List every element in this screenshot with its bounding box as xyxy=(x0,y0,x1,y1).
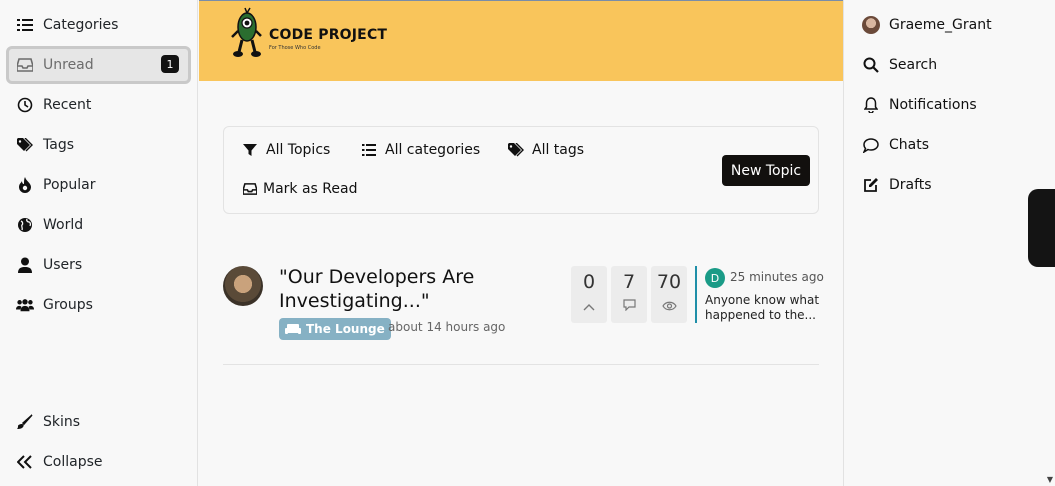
nav-recent-label: Recent xyxy=(43,97,92,113)
nav-groups-label: Groups xyxy=(43,297,93,313)
category-badge[interactable]: The Lounge xyxy=(279,318,391,340)
posts-count: 7 xyxy=(622,271,636,293)
views-stat: 70 xyxy=(651,266,687,323)
search-link[interactable]: Search xyxy=(862,53,937,77)
edit-icon xyxy=(862,176,880,194)
right-sidebar: Graeme_Grant Search Notifications Chats … xyxy=(843,0,1055,486)
nav-unread-label: Unread xyxy=(43,57,94,73)
logo-text: CODE PROJECT xyxy=(269,27,388,43)
tags-icon xyxy=(16,136,34,154)
mark-as-read-label: Mark as Read xyxy=(263,181,358,197)
all-topics-label: All Topics xyxy=(266,142,331,158)
drafts-link[interactable]: Drafts xyxy=(862,173,932,197)
notifications-link[interactable]: Notifications xyxy=(862,93,977,117)
votes-stat: 0 xyxy=(571,266,607,323)
inbox-icon xyxy=(16,56,34,74)
nav-world[interactable]: World xyxy=(6,209,191,241)
users-icon xyxy=(16,296,34,314)
inbox-icon xyxy=(242,181,258,197)
comment-icon xyxy=(622,296,636,315)
teaser-avatar[interactable]: D xyxy=(705,268,725,288)
nav-world-label: World xyxy=(43,217,84,233)
chat-bubble-icon xyxy=(862,136,880,154)
category-label: The Lounge xyxy=(306,322,385,336)
couch-icon xyxy=(285,323,301,335)
nav-recent[interactable]: Recent xyxy=(6,89,191,121)
teaser-border xyxy=(695,266,697,323)
logo-tagline: For Those Who Code xyxy=(269,45,321,51)
nav-tags-label: Tags xyxy=(43,137,74,153)
drafts-label: Drafts xyxy=(889,177,932,193)
nav-categories[interactable]: Categories xyxy=(6,9,191,41)
topic-timestamp: about 14 hours ago xyxy=(388,320,506,334)
nav-tags[interactable]: Tags xyxy=(6,129,191,161)
logo-mascot-icon xyxy=(231,7,262,57)
username-label: Graeme_Grant xyxy=(889,17,992,33)
all-topics-filter[interactable]: All Topics xyxy=(242,142,330,158)
topic-title-link[interactable]: "Our Developers Are Investigating..." xyxy=(279,265,509,313)
globe-icon xyxy=(16,216,34,234)
eye-icon xyxy=(661,296,677,315)
nav-unread[interactable]: Unread 1 xyxy=(6,46,191,84)
all-tags-filter[interactable]: All tags xyxy=(508,142,584,158)
chats-link[interactable]: Chats xyxy=(862,133,929,157)
nav-groups[interactable]: Groups xyxy=(6,289,191,321)
double-chevron-left-icon xyxy=(16,453,34,471)
nav-skins[interactable]: Skins xyxy=(6,406,191,438)
drawer-toggle-handle[interactable] xyxy=(1028,189,1055,267)
list-icon xyxy=(361,142,377,158)
nav-popular-label: Popular xyxy=(43,177,96,193)
paintbrush-icon xyxy=(16,413,34,431)
left-sidebar: Categories Unread 1 Recent Tags Popular … xyxy=(0,0,198,486)
topic-author-avatar[interactable] xyxy=(223,266,263,306)
all-categories-label: All categories xyxy=(385,142,481,158)
nav-users-label: Users xyxy=(43,257,83,273)
teaser-timestamp[interactable]: 25 minutes ago xyxy=(730,270,824,284)
search-icon xyxy=(862,56,880,74)
scroll-down-arrow-icon[interactable]: ▼ xyxy=(1047,475,1053,484)
topic-filter-bar: All Topics All categories All tags Mark … xyxy=(223,126,819,214)
bell-icon xyxy=(862,96,880,114)
user-menu[interactable]: Graeme_Grant xyxy=(862,13,992,37)
clock-icon xyxy=(16,96,34,114)
nav-categories-label: Categories xyxy=(43,17,119,33)
nav-collapse[interactable]: Collapse xyxy=(6,446,191,478)
nav-users[interactable]: Users xyxy=(6,249,191,281)
search-label: Search xyxy=(889,57,938,73)
notifications-label: Notifications xyxy=(889,97,977,113)
nav-popular[interactable]: Popular xyxy=(6,169,191,201)
nav-skins-label: Skins xyxy=(43,414,81,430)
posts-stat: 7 xyxy=(611,266,647,323)
chevron-up-icon xyxy=(583,296,595,315)
list-icon xyxy=(16,16,34,34)
nav-collapse-label: Collapse xyxy=(43,454,103,470)
mark-as-read-button[interactable]: Mark as Read xyxy=(242,181,357,197)
site-header: CODE PROJECT For Those Who Code xyxy=(199,0,843,81)
code-project-logo[interactable]: CODE PROJECT For Those Who Code xyxy=(229,7,429,62)
filter-icon xyxy=(242,142,258,158)
fire-icon xyxy=(16,176,34,194)
all-categories-filter[interactable]: All categories xyxy=(361,142,480,158)
user-icon xyxy=(16,256,34,274)
row-divider xyxy=(223,364,819,365)
unread-count-badge: 1 xyxy=(161,55,179,73)
new-topic-button[interactable]: New Topic xyxy=(722,155,810,186)
all-tags-label: All tags xyxy=(532,142,585,158)
tags-icon xyxy=(508,142,524,158)
votes-count: 0 xyxy=(582,271,596,293)
teaser-text[interactable]: Anyone know what happened to the... xyxy=(705,293,820,323)
views-count: 70 xyxy=(656,271,682,293)
user-avatar xyxy=(862,16,880,34)
chats-label: Chats xyxy=(889,137,930,153)
